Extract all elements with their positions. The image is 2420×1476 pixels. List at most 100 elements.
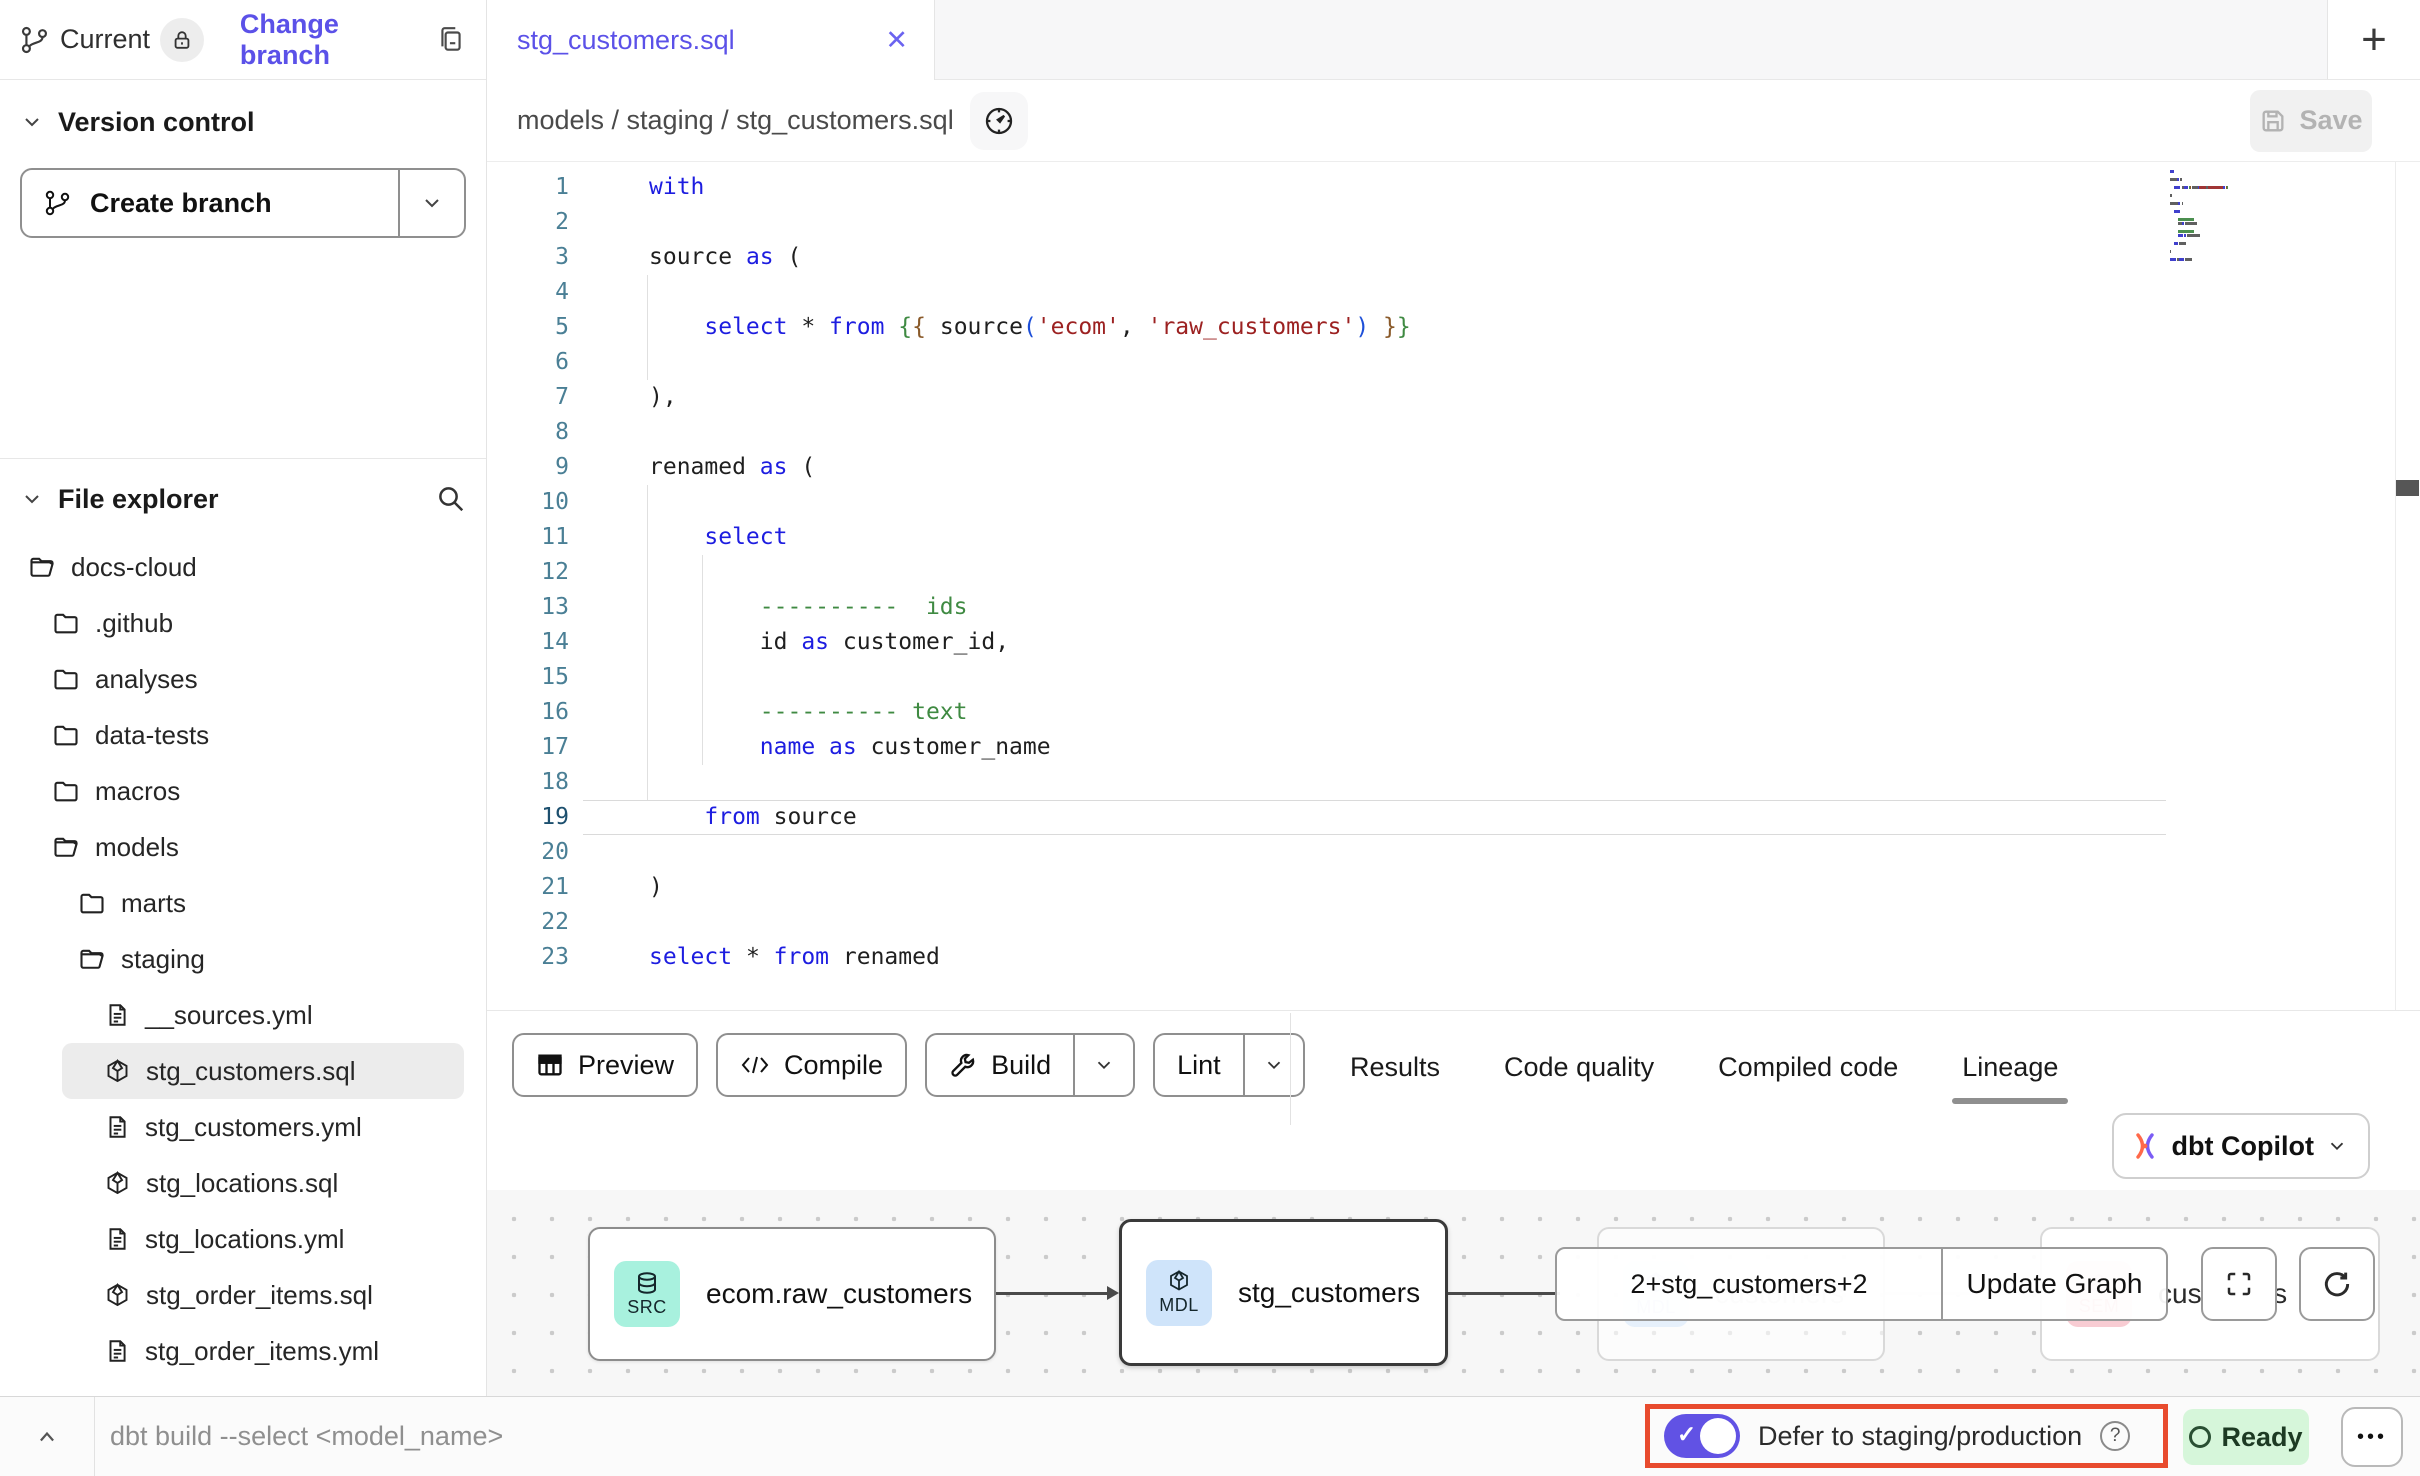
close-icon[interactable]: ✕	[885, 25, 908, 56]
command-input[interactable]: dbt build --select <model_name>	[110, 1397, 503, 1476]
defer-annotation-box: ✓ Defer to staging/production ?	[1645, 1404, 2168, 1468]
code-line-16[interactable]: 16 ---------- text	[487, 695, 2420, 730]
build-button[interactable]: Build	[925, 1033, 1135, 1097]
defer-toggle[interactable]: ✓	[1664, 1414, 1740, 1458]
chevron-down-icon[interactable]	[20, 487, 44, 511]
build-dropdown[interactable]	[1073, 1035, 1133, 1095]
help-icon[interactable]: ?	[2100, 1421, 2130, 1451]
tab-stg-customers-sql[interactable]: stg_customers.sql ✕	[487, 0, 935, 80]
file-item-data-tests[interactable]: data-tests	[0, 707, 486, 763]
line-number: 9	[487, 450, 595, 485]
code-line-1[interactable]: 1with	[487, 170, 2420, 205]
code-text	[595, 275, 649, 310]
code-text: ),	[595, 380, 677, 415]
code-line-23[interactable]: 23select * from renamed	[487, 940, 2420, 975]
lineage-node-source[interactable]: SRC ecom.raw_customers	[588, 1227, 996, 1361]
file-item-stg_customers.yml[interactable]: stg_customers.yml	[0, 1099, 486, 1155]
tab-compiled-code[interactable]: Compiled code	[1718, 1011, 1898, 1124]
preview-button[interactable]: Preview	[512, 1033, 698, 1097]
code-editor[interactable]: 1with23source as (45 select * from {{ so…	[487, 162, 2420, 1010]
status-bar: dbt build --select <model_name> ✓ Defer …	[0, 1396, 2420, 1476]
overflow-menu-button[interactable]: •••	[2341, 1407, 2403, 1467]
code-line-8[interactable]: 8	[487, 415, 2420, 450]
lineage-selector-input[interactable]: 2+stg_customers+2	[1557, 1249, 1943, 1319]
file-item-macros[interactable]: macros	[0, 763, 486, 819]
code-line-4[interactable]: 4	[487, 275, 2420, 310]
code-line-11[interactable]: 11 select	[487, 520, 2420, 555]
code-line-20[interactable]: 20	[487, 835, 2420, 870]
file-item-__sources.yml[interactable]: __sources.yml	[0, 987, 486, 1043]
code-line-13[interactable]: 13 ---------- ids	[487, 590, 2420, 625]
file-item-stg_locations.sql[interactable]: stg_locations.sql	[0, 1155, 486, 1211]
file-item-marts[interactable]: marts	[0, 875, 486, 931]
code-line-5[interactable]: 5 select * from {{ source('ecom', 'raw_c…	[487, 310, 2420, 345]
file-item-.github[interactable]: .github	[0, 595, 486, 651]
code-line-12[interactable]: 12	[487, 555, 2420, 590]
file-name: stg_locations.yml	[145, 1224, 344, 1255]
indent-guide	[702, 555, 703, 765]
code-text: name as customer_name	[595, 730, 1051, 765]
editor-minimap[interactable]	[2170, 170, 2292, 262]
doc-icon	[104, 1113, 130, 1141]
lint-dropdown[interactable]	[1243, 1035, 1303, 1095]
tab-lineage[interactable]: Lineage	[1962, 1011, 2058, 1124]
new-tab-button[interactable]: +	[2327, 0, 2420, 80]
file-item-staging[interactable]: staging	[0, 931, 486, 987]
lineage-panel[interactable]: SRC ecom.raw_customers MDL stg_customers…	[487, 1190, 2420, 1396]
code-line-2[interactable]: 2	[487, 205, 2420, 240]
refresh-button[interactable]	[2299, 1247, 2375, 1321]
code-text: from source	[595, 800, 857, 835]
current-branch-label: Current	[60, 24, 150, 55]
file-item-stg_order_items.sql[interactable]: stg_order_items.sql	[0, 1267, 486, 1323]
cube-icon	[1167, 1269, 1191, 1293]
code-line-10[interactable]: 10	[487, 485, 2420, 520]
file-item-stg_customers.sql[interactable]: stg_customers.sql	[62, 1043, 464, 1099]
tab-results[interactable]: Results	[1350, 1011, 1440, 1124]
file-name: macros	[95, 776, 180, 807]
code-line-18[interactable]: 18	[487, 765, 2420, 800]
copy-icon[interactable]	[436, 25, 466, 55]
fullscreen-button[interactable]	[2201, 1247, 2277, 1321]
search-icon[interactable]	[436, 484, 466, 514]
file-name: .github	[95, 608, 173, 639]
chevron-down-icon[interactable]	[20, 110, 44, 134]
lineage-edge	[1448, 1292, 1560, 1295]
tab-strip: stg_customers.sql ✕ +	[487, 0, 2420, 80]
file-item-stg_order_items.yml[interactable]: stg_order_items.yml	[0, 1323, 486, 1379]
branch-header: Current Change branch	[0, 0, 486, 80]
lineage-node-model-selected[interactable]: MDL stg_customers	[1119, 1219, 1448, 1366]
line-number: 4	[487, 275, 595, 310]
code-line-19[interactable]: 19 from source	[487, 800, 2420, 835]
code-text: select * from {{ source('ecom', 'raw_cus…	[595, 310, 1411, 345]
code-line-7[interactable]: 7),	[487, 380, 2420, 415]
code-line-17[interactable]: 17 name as customer_name	[487, 730, 2420, 765]
chevron-up-icon	[33, 1423, 61, 1451]
editor-scrollbar[interactable]	[2395, 162, 2420, 1010]
lint-button[interactable]: Lint	[1153, 1033, 1305, 1097]
file-item-models[interactable]: models	[0, 819, 486, 875]
compile-button[interactable]: Compile	[716, 1033, 907, 1097]
create-branch-dropdown[interactable]	[398, 170, 464, 236]
collapse-panel-button[interactable]	[0, 1397, 95, 1476]
code-line-9[interactable]: 9renamed as (	[487, 450, 2420, 485]
scrollbar-thumb[interactable]	[2396, 480, 2419, 496]
file-item-analyses[interactable]: analyses	[0, 651, 486, 707]
line-number: 18	[487, 765, 595, 800]
line-number: 20	[487, 835, 595, 870]
file-item-docs-cloud[interactable]: docs-cloud	[0, 539, 486, 595]
code-line-14[interactable]: 14 id as customer_id,	[487, 625, 2420, 660]
create-branch-button[interactable]: Create branch	[20, 168, 466, 238]
code-line-6[interactable]: 6	[487, 345, 2420, 380]
tab-code-quality[interactable]: Code quality	[1504, 1011, 1654, 1124]
dbt-copilot-button[interactable]: dbt Copilot	[2112, 1113, 2370, 1179]
save-button[interactable]: Save	[2250, 90, 2372, 152]
gauge-icon[interactable]	[970, 92, 1028, 150]
code-line-21[interactable]: 21)	[487, 870, 2420, 905]
change-branch-link[interactable]: Change branch	[240, 9, 436, 71]
file-name: __sources.yml	[145, 1000, 313, 1031]
file-item-stg_locations.yml[interactable]: stg_locations.yml	[0, 1211, 486, 1267]
code-line-22[interactable]: 22	[487, 905, 2420, 940]
code-line-3[interactable]: 3source as (	[487, 240, 2420, 275]
update-graph-button[interactable]: Update Graph	[1943, 1249, 2166, 1319]
code-line-15[interactable]: 15	[487, 660, 2420, 695]
